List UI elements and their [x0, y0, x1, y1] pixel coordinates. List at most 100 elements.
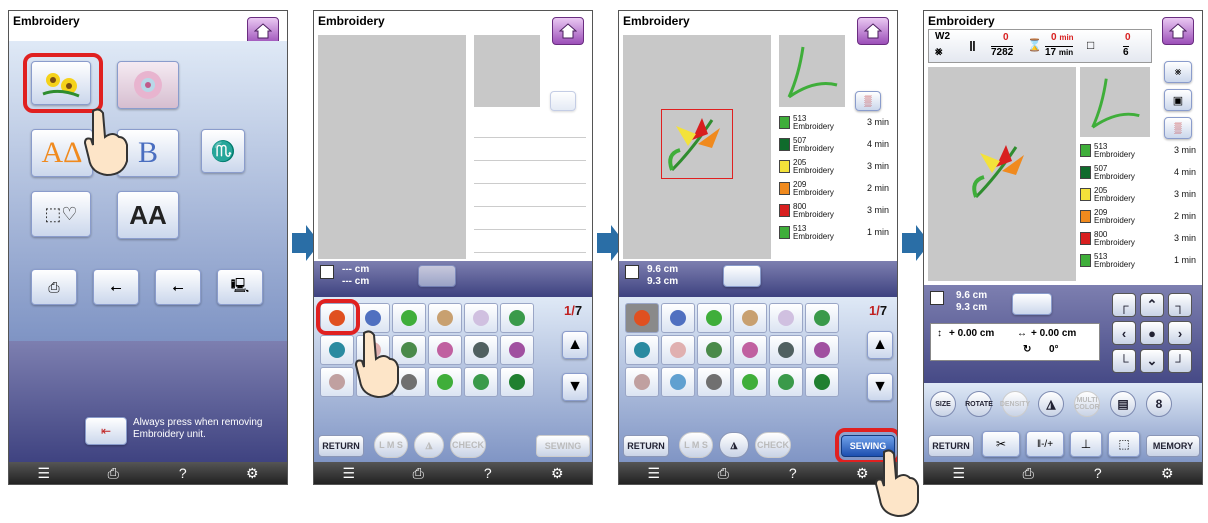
pattern-cell[interactable] — [697, 335, 731, 365]
machine-settings-icon[interactable]: ⎙ — [1008, 464, 1048, 482]
page-down-button[interactable]: ▼ — [562, 373, 588, 401]
usb-button[interactable]: ⭠ — [93, 269, 139, 305]
rotate-button[interactable]: ROTATE — [965, 391, 993, 417]
utility-embroidery-button[interactable]: ♏ — [201, 129, 245, 173]
pattern-cell[interactable] — [769, 303, 803, 333]
multi-color-button[interactable]: MULTI COLOR — [1074, 391, 1100, 417]
pattern-cell[interactable] — [805, 303, 839, 333]
size-button[interactable]: SIZE — [930, 391, 956, 417]
thread-change-button[interactable] — [723, 265, 761, 287]
pattern-cell[interactable] — [697, 367, 731, 397]
thread-change-button[interactable] — [418, 265, 456, 287]
mirror-button[interactable]: ◮ — [1038, 391, 1064, 417]
pattern-cell[interactable] — [625, 367, 659, 397]
home-button[interactable] — [1162, 17, 1194, 45]
list-icon[interactable]: ☰ — [634, 464, 674, 482]
machine-memory-button[interactable]: ⎙ — [31, 269, 77, 305]
move-down-button[interactable]: ⌄ — [1140, 349, 1164, 373]
list-icon[interactable]: ☰ — [939, 464, 979, 482]
page-up-button[interactable]: ▲ — [867, 331, 893, 359]
settings-icon[interactable]: ⚙ — [232, 464, 272, 482]
pattern-cell[interactable] — [500, 367, 534, 397]
monogram-button[interactable]: AA — [117, 191, 179, 239]
presser-foot-button[interactable]: ⨳ — [1164, 61, 1192, 83]
pattern-cell[interactable] — [464, 335, 498, 365]
check-button[interactable]: CHECK — [755, 432, 791, 458]
pattern-cell[interactable] — [625, 335, 659, 365]
floral-alphabet-button[interactable] — [117, 61, 179, 109]
start-point-button[interactable]: ⊥ — [1070, 431, 1102, 457]
thread-change-button[interactable] — [1012, 293, 1052, 315]
highlight-ring — [23, 53, 103, 113]
return-button[interactable]: RETURN — [928, 435, 974, 457]
pattern-cell[interactable] — [464, 303, 498, 333]
pattern-cell[interactable] — [805, 335, 839, 365]
thread-color-button[interactable]: ▒ — [855, 91, 881, 111]
page-up-button[interactable]: ▲ — [562, 331, 588, 359]
lms-button[interactable]: L M S — [374, 432, 408, 458]
trial-button[interactable]: ⬚ — [1108, 431, 1140, 457]
pattern-cell[interactable] — [428, 367, 462, 397]
help-icon[interactable]: ? — [163, 464, 203, 482]
sewing-button[interactable]: SEWING — [536, 435, 590, 457]
return-button[interactable]: RETURN — [318, 435, 364, 457]
move-down-left-button[interactable]: └ — [1112, 349, 1136, 373]
embroidery-unit-button[interactable]: ⇤ — [85, 417, 127, 445]
machine-settings-icon[interactable]: ⎙ — [93, 464, 133, 482]
usb-mouse-button[interactable]: ⭠ — [155, 269, 201, 305]
move-left-button[interactable]: ‹ — [1112, 321, 1136, 345]
pattern-cell[interactable] — [500, 335, 534, 365]
help-icon[interactable]: ? — [773, 464, 813, 482]
move-up-left-button[interactable]: ┌ — [1112, 293, 1136, 317]
list-icon[interactable]: ☰ — [329, 464, 369, 482]
settings-icon[interactable]: ⚙ — [1147, 464, 1187, 482]
pattern-cell[interactable] — [320, 335, 354, 365]
mirror-button[interactable]: ◮ — [414, 432, 444, 458]
return-button[interactable]: RETURN — [623, 435, 669, 457]
pattern-cell[interactable] — [661, 367, 695, 397]
border-button[interactable]: 8 — [1146, 391, 1172, 417]
thread-color-button[interactable] — [550, 91, 576, 111]
pattern-cell[interactable] — [464, 367, 498, 397]
frame-patterns-button[interactable]: ⬚♡ — [31, 191, 91, 237]
help-icon[interactable]: ? — [1078, 464, 1118, 482]
pattern-cell[interactable] — [661, 303, 695, 333]
thread-color-button[interactable]: ▒ — [1164, 117, 1192, 139]
center-button[interactable]: ● — [1140, 321, 1164, 345]
density-button[interactable]: DENSITY — [1000, 391, 1030, 417]
move-up-right-button[interactable]: ┐ — [1168, 293, 1192, 317]
page-down-button[interactable]: ▼ — [867, 373, 893, 401]
pattern-cell[interactable] — [500, 303, 534, 333]
move-down-right-button[interactable]: ┘ — [1168, 349, 1192, 373]
home-button[interactable] — [552, 17, 584, 45]
camera-button[interactable]: ▣ — [1164, 89, 1192, 111]
computer-button[interactable]: 🖳 — [217, 269, 263, 305]
home-button[interactable] — [857, 17, 889, 45]
spool-button[interactable]: ▤ — [1110, 391, 1136, 417]
pattern-cell[interactable] — [733, 335, 767, 365]
pattern-cell[interactable] — [733, 367, 767, 397]
pattern-cell[interactable] — [428, 303, 462, 333]
pattern-cell[interactable] — [697, 303, 731, 333]
check-button[interactable]: CHECK — [450, 432, 486, 458]
pattern-cell[interactable] — [320, 367, 354, 397]
settings-icon[interactable]: ⚙ — [537, 464, 577, 482]
pattern-cell[interactable] — [733, 303, 767, 333]
list-icon[interactable]: ☰ — [24, 464, 64, 482]
pattern-cell[interactable] — [428, 335, 462, 365]
pattern-cell[interactable] — [625, 303, 659, 333]
machine-settings-icon[interactable]: ⎙ — [398, 464, 438, 482]
machine-settings-icon[interactable]: ⎙ — [703, 464, 743, 482]
mirror-button[interactable]: ◮ — [719, 432, 749, 458]
pattern-cell[interactable] — [769, 335, 803, 365]
move-right-button[interactable]: › — [1168, 321, 1192, 345]
stitch-step-button[interactable]: ‖-/+ — [1026, 431, 1064, 457]
help-icon[interactable]: ? — [468, 464, 508, 482]
lms-button[interactable]: L M S — [679, 432, 713, 458]
jump-stitch-button[interactable]: ✂ — [982, 431, 1020, 457]
move-up-button[interactable]: ⌃ — [1140, 293, 1164, 317]
pattern-cell[interactable] — [661, 335, 695, 365]
pattern-cell[interactable] — [769, 367, 803, 397]
memory-button[interactable]: MEMORY — [1146, 435, 1200, 457]
pattern-cell[interactable] — [805, 367, 839, 397]
